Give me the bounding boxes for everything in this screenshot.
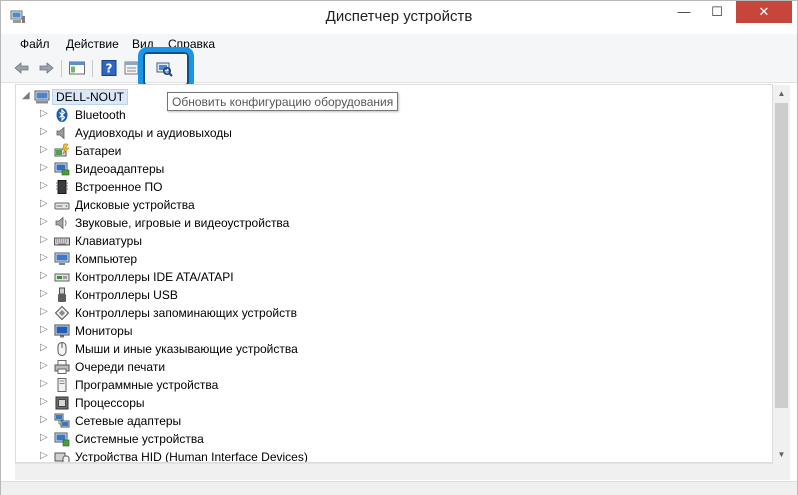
vertical-scrollbar[interactable]: ▲ ▼ [773, 85, 790, 463]
processor-icon [55, 396, 69, 410]
expand-chevron-icon[interactable]: ▷ [40, 145, 48, 155]
scrollbar-thumb[interactable] [775, 103, 788, 408]
tree-item-label: Видеоадаптеры [75, 162, 165, 176]
expand-chevron-icon[interactable]: ▷ [40, 109, 48, 119]
computer-icon [34, 90, 50, 104]
expand-chevron-icon[interactable]: ▷ [40, 181, 48, 191]
title-bar[interactable]: Диспетчер устройств — ☐ ✕ [1, 1, 797, 34]
tree-item-label: Батареи [75, 144, 122, 158]
sound-icon [55, 216, 67, 230]
menu-action[interactable]: Действие [66, 37, 119, 51]
tree-item-label: Очереди печати [75, 360, 166, 374]
minimize-button[interactable]: — [668, 1, 700, 23]
ide-controller-icon [54, 273, 70, 282]
tree-item-label: Клавиатуры [75, 234, 142, 248]
expand-chevron-icon[interactable]: ▷ [40, 289, 48, 299]
forward-icon[interactable] [37, 59, 55, 77]
expand-chevron-icon[interactable]: ▷ [40, 271, 48, 281]
tree-item-label: Звуковые, игровые и видеоустройства [75, 216, 290, 230]
printer-icon [54, 360, 70, 374]
toolbar-separator [61, 60, 62, 77]
tree-item-label: Bluetooth [75, 108, 126, 122]
help-icon[interactable]: ? [100, 59, 118, 77]
tree-item-label: Аудиовходы и аудиовыходы [75, 126, 232, 140]
computer-icon [54, 252, 70, 265]
tree-item-label: Контроллеры IDE ATA/ATAPI [75, 270, 234, 284]
tree-item-label: Мониторы [75, 324, 133, 338]
bluetooth-icon [56, 108, 68, 122]
hid-icon [54, 452, 70, 462]
expand-chevron-icon[interactable]: ▷ [40, 451, 48, 461]
horizontal-scrollbar[interactable] [15, 463, 773, 480]
device-tree: ◢ DELL-NOUT ▷ Bluetooth ▷ Аудиовходы и а… [15, 84, 773, 463]
storage-controller-icon [54, 305, 70, 321]
expand-chevron-icon[interactable]: ▷ [40, 235, 48, 245]
menu-file[interactable]: Файл [20, 37, 50, 51]
tree-item-label: Процессоры [75, 396, 145, 410]
collapse-chevron-icon[interactable]: ◢ [22, 91, 30, 101]
battery-icon [54, 143, 70, 157]
scroll-down-icon[interactable]: ▼ [773, 446, 790, 463]
expand-chevron-icon[interactable]: ▷ [40, 433, 48, 443]
expand-chevron-icon[interactable]: ▷ [40, 361, 48, 371]
keyboard-icon [54, 237, 70, 246]
scroll-up-icon[interactable]: ▲ [773, 85, 790, 102]
monitor-icon [54, 324, 70, 338]
network-adapter-icon [54, 413, 70, 428]
expand-chevron-icon[interactable]: ▷ [40, 379, 48, 389]
status-bar [1, 481, 797, 495]
back-icon[interactable] [13, 59, 31, 77]
device-manager-window: Диспетчер устройств — ☐ ✕ Файл Действие … [0, 0, 798, 495]
expand-chevron-icon[interactable]: ▷ [40, 253, 48, 263]
tree-item-label: Системные устройства [75, 432, 204, 446]
svg-text:?: ? [106, 62, 113, 76]
expand-chevron-icon[interactable]: ▷ [40, 163, 48, 173]
expand-chevron-icon[interactable]: ▷ [40, 415, 48, 425]
tree-item-label: Программные устройства [75, 378, 219, 392]
tooltip: Обновить конфигурацию оборудования [167, 92, 399, 111]
mouse-icon [57, 342, 67, 356]
show-hide-console-tree-icon[interactable] [68, 59, 86, 77]
firmware-icon [56, 180, 68, 194]
display-adapter-icon [54, 162, 70, 176]
toolbar-separator [92, 60, 93, 77]
expand-chevron-icon[interactable]: ▷ [40, 343, 48, 353]
expand-chevron-icon[interactable]: ▷ [40, 325, 48, 335]
tree-item-label: Дисковые устройства [75, 198, 195, 212]
tree-item-label: Устройства HID (Human Interface Devices) [75, 450, 308, 463]
software-device-icon [57, 378, 67, 392]
scrollbar-corner [773, 463, 790, 480]
tree-item-label: Контроллеры запоминающих устройств [75, 306, 297, 320]
tree-item-label: Компьютер [75, 252, 138, 266]
usb-icon [58, 287, 66, 302]
maximize-button[interactable]: ☐ [701, 1, 733, 23]
expand-chevron-icon[interactable]: ▷ [40, 127, 48, 137]
disk-drive-icon [54, 202, 70, 210]
tree-item-label: Встроенное ПО [75, 180, 163, 194]
expand-chevron-icon[interactable]: ▷ [40, 397, 48, 407]
tree-item-label: Контроллеры USB [75, 288, 178, 302]
system-device-icon [54, 432, 70, 447]
menu-bar: Файл Действие Вид Справка [1, 34, 797, 54]
expand-chevron-icon[interactable]: ▷ [40, 217, 48, 227]
audio-io-icon [56, 126, 65, 140]
tree-root-label[interactable]: DELL-NOUT [52, 89, 129, 105]
toolbar: ? [1, 54, 797, 83]
close-button[interactable]: ✕ [736, 1, 792, 23]
expand-chevron-icon[interactable]: ▷ [40, 199, 48, 209]
tree-item-label: Мыши и иные указывающие устройства [75, 342, 298, 356]
tree-item-label: Сетевые адаптеры [75, 414, 182, 428]
expand-chevron-icon[interactable]: ▷ [40, 307, 48, 317]
